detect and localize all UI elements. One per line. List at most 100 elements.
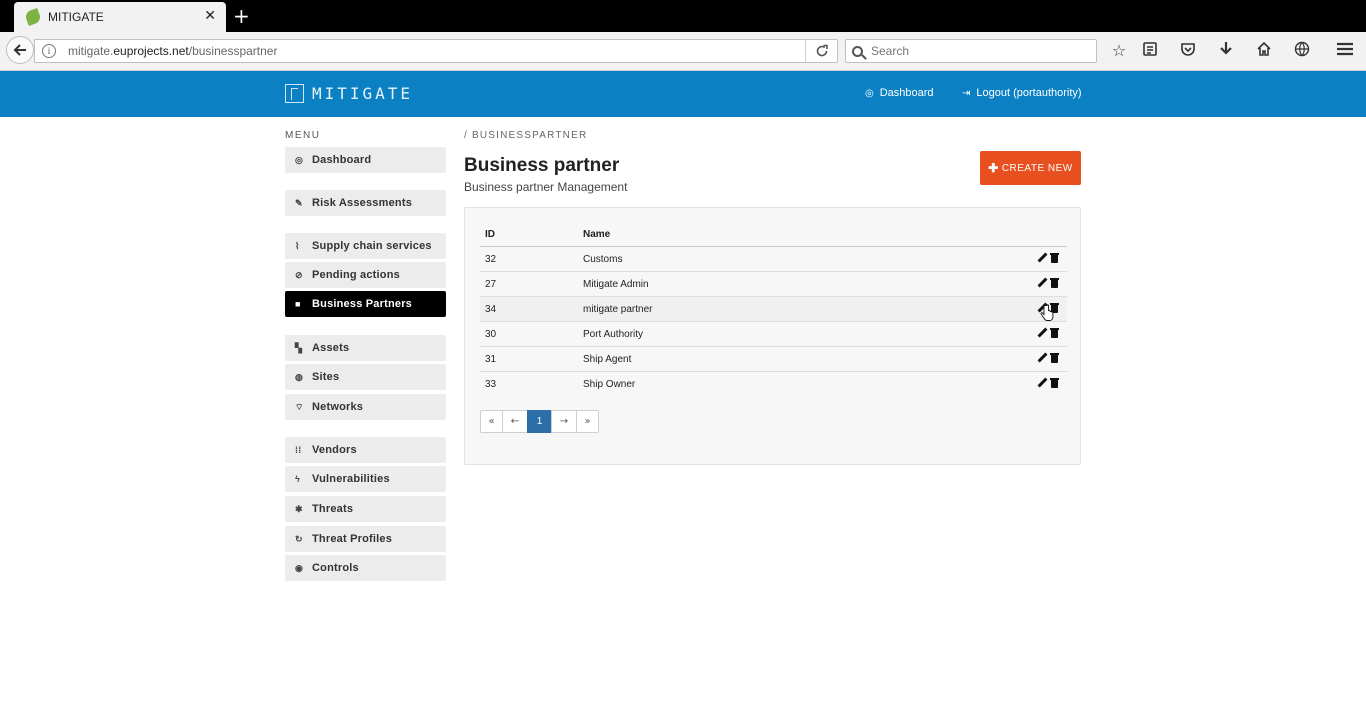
- row-id: 30: [485, 329, 497, 340]
- hamburger-menu-icon[interactable]: [1335, 41, 1355, 61]
- edit-icon[interactable]: [1038, 253, 1047, 263]
- row-actions: [1038, 253, 1059, 263]
- row-name: mitigate partner: [583, 304, 653, 315]
- new-tab-button[interactable]: +: [233, 4, 250, 28]
- home-icon[interactable]: [1254, 41, 1274, 61]
- menu-title: MENU: [285, 130, 321, 141]
- pagination-first[interactable]: «: [480, 410, 503, 433]
- row-actions: [1038, 278, 1059, 288]
- breadcrumb: / BUSINESSPARTNER: [464, 130, 588, 141]
- row-id: 33: [485, 379, 497, 390]
- download-icon[interactable]: [1216, 41, 1236, 61]
- sidebar-item-business-partners[interactable]: ■ Business Partners: [285, 291, 446, 317]
- trash-icon[interactable]: [1050, 278, 1059, 288]
- edit-icon[interactable]: [1038, 378, 1047, 388]
- sidebar-item-pending-actions[interactable]: ⊘ Pending actions: [285, 262, 446, 288]
- sidebar-item-supply-chain-services[interactable]: ⌇ Supply chain services: [285, 233, 446, 259]
- grid-icon: ⁞⁞: [295, 445, 302, 455]
- search-input[interactable]: [871, 44, 1071, 58]
- sidebar-item-controls[interactable]: ◉ Controls: [285, 555, 446, 581]
- pagination-next[interactable]: →: [551, 410, 577, 433]
- table-row: 27 Mitigate Admin: [480, 272, 1067, 297]
- globe-icon: ◍: [295, 371, 304, 382]
- site-info-icon[interactable]: i: [42, 44, 56, 58]
- sidebar-item-sites[interactable]: ◍ Sites: [285, 364, 446, 390]
- business-partner-table: ID Name 32 Customs 27 Mitigate Admin 34 …: [480, 224, 1067, 397]
- trash-icon[interactable]: [1050, 378, 1059, 388]
- edit-icon[interactable]: [1038, 328, 1047, 338]
- eye-icon: ◉: [295, 562, 304, 573]
- hand-cursor-icon: [1040, 304, 1054, 321]
- bug-icon: ✱: [295, 503, 303, 514]
- sidebar-item-vendors[interactable]: ⁞⁞ Vendors: [285, 437, 446, 463]
- back-arrow-icon: [13, 44, 26, 56]
- brand-name: MITIGATE: [312, 84, 414, 103]
- refresh-icon: ↻: [295, 533, 303, 544]
- supply-chain-icon: ⌇: [295, 240, 300, 251]
- row-name: Port Authority: [583, 329, 644, 340]
- bookmark-star-icon[interactable]: ☆: [1109, 41, 1129, 61]
- bolt-icon: ϟ: [295, 474, 300, 484]
- sidebar-item-dashboard[interactable]: ◎ Dashboard: [285, 147, 446, 173]
- trash-icon[interactable]: [1050, 328, 1059, 338]
- pagination: « ← 1 → »: [480, 410, 599, 433]
- column-header-name[interactable]: Name: [583, 229, 610, 240]
- row-actions: [1038, 378, 1059, 388]
- table-header: ID Name: [480, 224, 1067, 247]
- header-dashboard-link[interactable]: ◎ Dashboard: [865, 87, 934, 99]
- header-logout-link[interactable]: ⇥ Logout (portauthority): [962, 87, 1082, 99]
- browser-tab[interactable]: MITIGATE ✕: [14, 2, 226, 32]
- reload-icon[interactable]: [805, 40, 837, 62]
- pocket-icon[interactable]: [1178, 41, 1198, 61]
- row-id: 32: [485, 254, 497, 265]
- edit-icon[interactable]: [1038, 278, 1047, 288]
- row-actions: [1038, 328, 1059, 338]
- table-row: 34 mitigate partner: [480, 297, 1067, 322]
- reading-list-icon[interactable]: [1140, 41, 1160, 61]
- wifi-icon: ⌔: [295, 401, 304, 412]
- url-text: mitigate.euprojects.net/businesspartner: [68, 44, 278, 58]
- sidebar-item-vulnerabilities[interactable]: ϟ Vulnerabilities: [285, 466, 446, 492]
- row-id: 27: [485, 279, 497, 290]
- sidebar-item-threat-profiles[interactable]: ↻ Threat Profiles: [285, 526, 446, 552]
- trash-icon[interactable]: [1050, 253, 1059, 263]
- brand[interactable]: MITIGATE: [285, 84, 413, 103]
- pagination-current-page[interactable]: 1: [527, 410, 552, 433]
- sidebar-item-risk-assessments[interactable]: ✎ Risk Assessments: [285, 190, 446, 216]
- row-name: Customs: [583, 254, 623, 265]
- leaf-favicon-icon: [24, 8, 42, 26]
- column-header-id[interactable]: ID: [485, 229, 495, 240]
- globe-icon[interactable]: [1292, 41, 1312, 61]
- row-actions: [1038, 353, 1059, 363]
- page-subtitle: Business partner Management: [464, 180, 628, 194]
- table-row: 32 Customs: [480, 247, 1067, 272]
- trash-icon[interactable]: [1050, 353, 1059, 363]
- sidebar-item-assets[interactable]: ▚ Assets: [285, 335, 446, 361]
- table-row: 33 Ship Owner: [480, 372, 1067, 397]
- browser-tab-bar: MITIGATE ✕ +: [0, 0, 1366, 32]
- sidebar-item-threats[interactable]: ✱ Threats: [285, 496, 446, 522]
- edit-icon[interactable]: [1038, 353, 1047, 363]
- dashboard-icon: ◎: [295, 154, 304, 165]
- pagination-prev[interactable]: ←: [502, 410, 528, 433]
- logout-icon: ⇥: [962, 87, 971, 99]
- pagination-last[interactable]: »: [576, 410, 599, 433]
- business-partner-panel: ID Name 32 Customs 27 Mitigate Admin 34 …: [464, 207, 1081, 465]
- url-bar[interactable]: i mitigate.euprojects.net/businesspartne…: [34, 39, 838, 63]
- table-row: 31 Ship Agent: [480, 347, 1067, 372]
- create-new-button[interactable]: ✚ CREATE NEW: [980, 151, 1081, 185]
- page-title: Business partner: [464, 155, 620, 176]
- sidebar-item-networks[interactable]: ⌔ Networks: [285, 394, 446, 420]
- plus-icon: ✚: [988, 161, 999, 175]
- app-header: MITIGATE ◎ Dashboard ⇥ Logout (portautho…: [0, 71, 1366, 117]
- row-name: Ship Owner: [583, 379, 636, 390]
- row-id: 31: [485, 354, 497, 365]
- row-name: Ship Agent: [583, 354, 632, 365]
- row-name: Mitigate Admin: [583, 279, 649, 290]
- browser-search-bar[interactable]: [845, 39, 1097, 63]
- assets-icon: ▚: [295, 342, 303, 353]
- back-button[interactable]: [6, 36, 34, 64]
- tab-close-icon[interactable]: ✕: [204, 8, 216, 24]
- browser-navbar: i mitigate.euprojects.net/businesspartne…: [0, 32, 1366, 71]
- tab-title: MITIGATE: [48, 10, 104, 24]
